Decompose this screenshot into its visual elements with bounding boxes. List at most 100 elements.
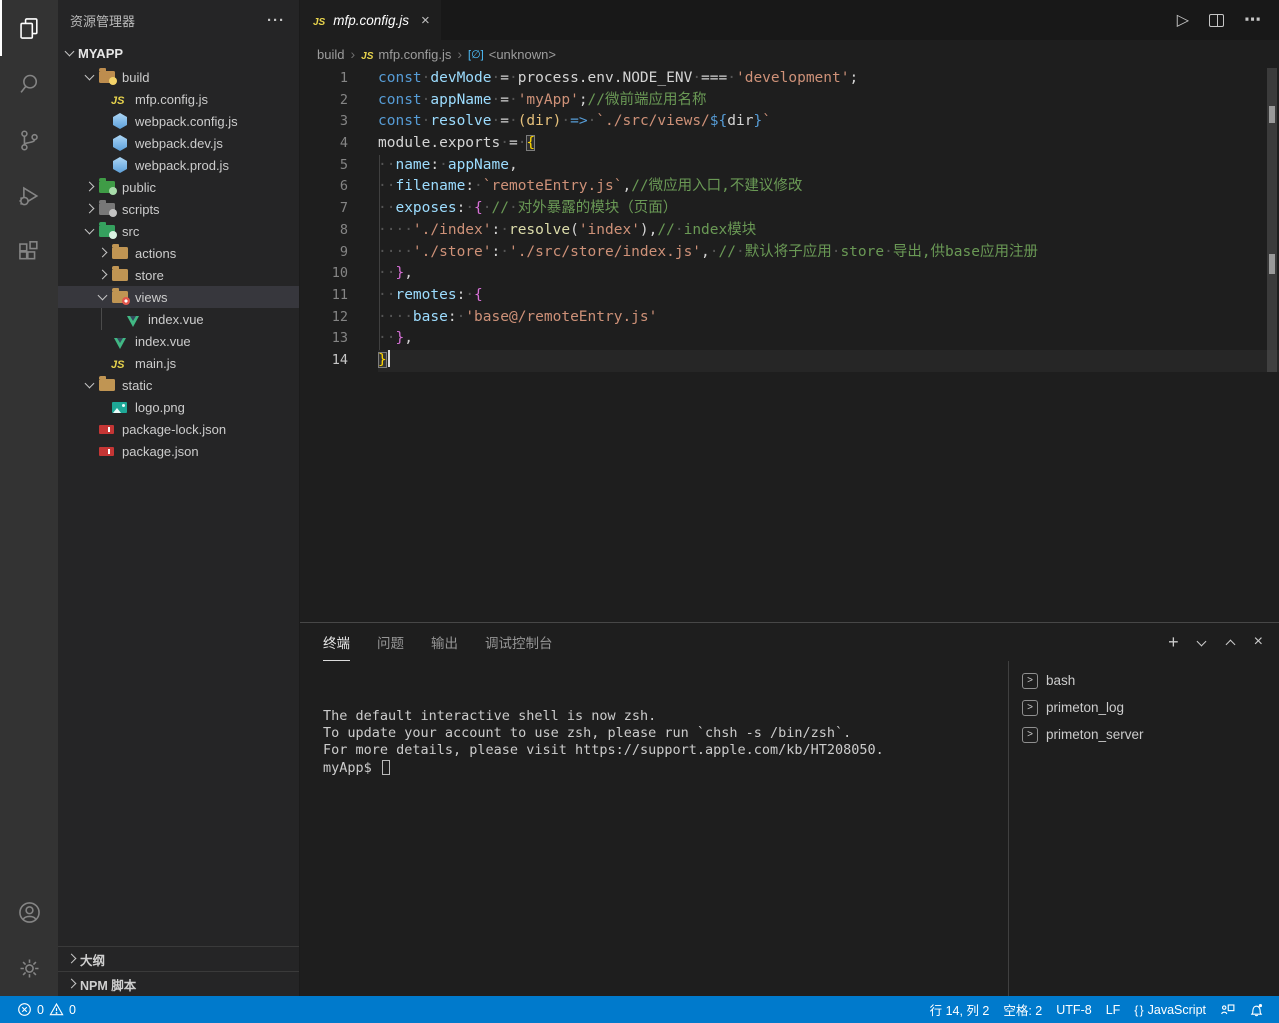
folder-src-icon — [99, 225, 115, 237]
panel-tab-problems[interactable]: 问题 — [377, 623, 404, 661]
line-number[interactable]: 7 — [300, 198, 348, 220]
scrollbar[interactable] — [1265, 68, 1279, 622]
code-lines[interactable]: const·devMode·=·process.env.NODE_ENV·===… — [378, 68, 1279, 622]
section-outline[interactable]: 大纲 — [58, 946, 299, 971]
code-line[interactable]: ··remotes:·{ — [378, 285, 1279, 307]
terminal-list: bash primeton_log primeton_server — [1008, 661, 1279, 996]
line-number[interactable]: 14 — [300, 350, 348, 372]
line-number[interactable]: 8 — [300, 220, 348, 242]
code-line[interactable]: ··}, — [378, 328, 1279, 350]
tree-item-webpack-config-js[interactable]: webpack.config.js — [58, 110, 299, 132]
problems-indicator[interactable]: 0 0 — [10, 996, 83, 1023]
code-line[interactable]: } — [378, 350, 1279, 372]
line-number-gutter[interactable]: 1234567891011121314 — [300, 68, 378, 622]
tree-item-webpack-prod-js[interactable]: webpack.prod.js — [58, 154, 299, 176]
tree-item-main-js[interactable]: main.js — [58, 352, 299, 374]
code-line[interactable]: module.exports·=·{ — [378, 133, 1279, 155]
code-line[interactable]: ····base:·'base@/remoteEntry.js' — [378, 307, 1279, 329]
panel-tab-debug-console[interactable]: 调试控制台 — [485, 623, 553, 661]
activity-run-debug[interactable] — [0, 168, 58, 224]
tree-item-public[interactable]: public — [58, 176, 299, 198]
terminal-tab-primeton-server[interactable]: primeton_server — [1009, 721, 1279, 748]
tree-item-scripts[interactable]: scripts — [58, 198, 299, 220]
new-terminal-icon[interactable] — [1168, 632, 1179, 653]
breadcrumb-file[interactable]: mfp.config.js — [361, 47, 451, 62]
explorer-header: 资源管理器 — [58, 0, 299, 40]
tree-item-label: webpack.dev.js — [135, 136, 223, 151]
tree-item-build[interactable]: build — [58, 66, 299, 88]
split-editor-icon[interactable] — [1209, 14, 1224, 27]
line-number[interactable]: 4 — [300, 133, 348, 155]
tree-item-label: main.js — [135, 356, 176, 371]
line-number[interactable]: 9 — [300, 242, 348, 264]
tree-item-views[interactable]: views — [58, 286, 299, 308]
project-section-header[interactable]: MYAPP — [58, 40, 299, 66]
terminal-tab-bash[interactable]: bash — [1009, 667, 1279, 694]
close-icon[interactable] — [421, 12, 430, 29]
close-panel-icon[interactable] — [1254, 633, 1263, 651]
code-line[interactable]: const·appName·=·'myApp';//微前端应用名称 — [378, 90, 1279, 112]
tab-mfp-config[interactable]: mfp.config.js — [300, 0, 441, 40]
line-number[interactable]: 6 — [300, 176, 348, 198]
activity-explorer[interactable] — [0, 0, 58, 56]
line-number[interactable]: 1 — [300, 68, 348, 90]
tree-item-index-vue[interactable]: index.vue — [58, 308, 299, 330]
folder-build-icon — [99, 71, 115, 83]
breadcrumb-symbol[interactable]: <unknown> — [468, 47, 556, 62]
code-editor[interactable]: 1234567891011121314 const·devMode·=·proc… — [300, 68, 1279, 622]
run-file-icon[interactable] — [1177, 10, 1189, 30]
line-number[interactable]: 5 — [300, 155, 348, 177]
line-number[interactable]: 2 — [300, 90, 348, 112]
tree-item-index-vue[interactable]: index.vue — [58, 330, 299, 352]
terminal-prompt: myApp$ — [323, 760, 372, 776]
line-number[interactable]: 3 — [300, 111, 348, 133]
overview-marker — [1269, 106, 1275, 123]
code-line[interactable]: const·resolve·=·(dir)·=>·`./src/views/${… — [378, 111, 1279, 133]
breadcrumb-folder[interactable]: build — [317, 47, 344, 62]
indentation-setting[interactable]: 空格: 2 — [996, 996, 1049, 1023]
more-actions-icon[interactable] — [1244, 10, 1261, 30]
line-number[interactable]: 10 — [300, 263, 348, 285]
terminal[interactable]: The default interactive shell is now zsh… — [300, 661, 1008, 996]
tree-item-store[interactable]: store — [58, 264, 299, 286]
tree-item-actions[interactable]: actions — [58, 242, 299, 264]
tree-item-static[interactable]: static — [58, 374, 299, 396]
code-line[interactable]: ····'./store':·'./src/store/index.js',·/… — [378, 242, 1279, 264]
explorer-more-icon[interactable] — [267, 12, 285, 29]
panel-tab-terminal[interactable]: 终端 — [323, 623, 350, 661]
tree-item-package-json[interactable]: package.json — [58, 440, 299, 462]
eol-setting[interactable]: LF — [1099, 996, 1128, 1023]
feedback-button[interactable] — [1213, 996, 1242, 1023]
activity-settings[interactable] — [0, 940, 58, 996]
cursor-position[interactable]: 行 14, 列 2 — [923, 996, 997, 1023]
section-npm-scripts[interactable]: NPM 脚本 — [58, 971, 299, 996]
notifications-button[interactable] — [1242, 996, 1271, 1023]
line-number[interactable]: 12 — [300, 307, 348, 329]
activity-search[interactable] — [0, 56, 58, 112]
code-line[interactable]: ··exposes:·{·//·对外暴露的模块（页面） — [378, 198, 1279, 220]
encoding-setting[interactable]: UTF-8 — [1049, 996, 1098, 1023]
code-line[interactable]: ··name:·appName, — [378, 155, 1279, 177]
panel-tab-output[interactable]: 输出 — [431, 623, 458, 661]
terminal-dropdown-icon[interactable] — [1196, 636, 1208, 648]
tree-item-package-lock-json[interactable]: package-lock.json — [58, 418, 299, 440]
line-number[interactable]: 13 — [300, 328, 348, 350]
line-number[interactable]: 11 — [300, 285, 348, 307]
maximize-panel-icon[interactable] — [1225, 636, 1237, 648]
tree-item-logo-png[interactable]: logo.png — [58, 396, 299, 418]
activity-extensions[interactable] — [0, 224, 58, 280]
files-icon — [16, 15, 43, 42]
code-line[interactable]: ··filename:·`remoteEntry.js`,//微应用入口,不建议… — [378, 176, 1279, 198]
terminal-tab-primeton-log[interactable]: primeton_log — [1009, 694, 1279, 721]
tree-item-src[interactable]: src — [58, 220, 299, 242]
activity-account[interactable] — [0, 884, 58, 940]
code-line[interactable]: const·devMode·=·process.env.NODE_ENV·===… — [378, 68, 1279, 90]
language-mode[interactable]: JavaScript — [1127, 996, 1213, 1023]
gear-icon — [16, 955, 43, 982]
terminal-icon — [1022, 727, 1038, 743]
tree-item-mfp-config-js[interactable]: mfp.config.js — [58, 88, 299, 110]
code-line[interactable]: ····'./index':·resolve('index'),//·index… — [378, 220, 1279, 242]
activity-source-control[interactable] — [0, 112, 58, 168]
code-line[interactable]: ··}, — [378, 263, 1279, 285]
tree-item-webpack-dev-js[interactable]: webpack.dev.js — [58, 132, 299, 154]
